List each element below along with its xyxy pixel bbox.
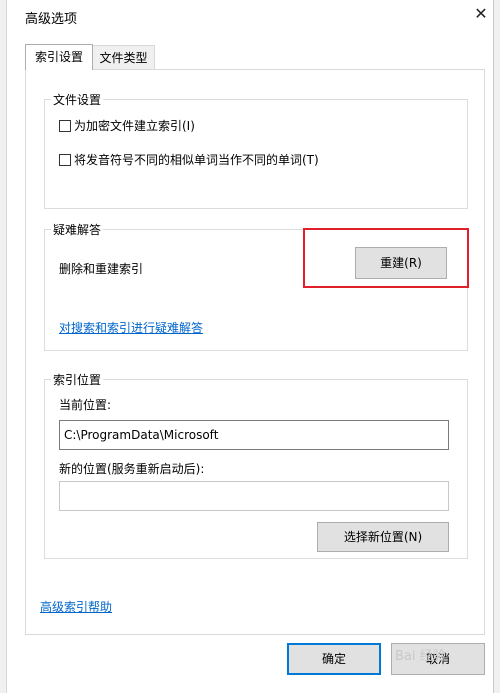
close-icon[interactable]: ✕ [471,4,491,24]
encrypt-files-option[interactable]: 为加密文件建立索引(I) [59,118,195,134]
index-location-legend: 索引位置 [51,371,104,388]
window-title: 高级选项 [25,12,78,27]
new-location-label: 新的位置(服务重新启动后): [59,462,205,476]
file-settings-group: 文件设置 为加密文件建立索引(I) 将发音符号不同的相似单词当作不同的单词(T) [44,91,468,209]
encrypt-files-label: 为加密文件建立索引(I) [74,119,195,133]
advanced-options-dialog: 高级选项 ✕ 索引设置 文件类型 文件设置 为加密文件建立索引(I) 将发音符号… [6,0,494,693]
current-location-field[interactable] [59,420,449,450]
advanced-index-help-link[interactable]: 高级索引帮助 [40,598,112,615]
diacritics-option[interactable]: 将发音符号不同的相似单词当作不同的单词(T) [59,152,319,168]
tab-index-settings[interactable]: 索引设置 [25,44,93,70]
troubleshoot-link[interactable]: 对搜索和索引进行疑难解答 [59,319,203,336]
current-location-label: 当前位置: [59,398,112,412]
rebuild-description: 删除和重建索引 [59,262,144,276]
troubleshoot-legend: 疑难解答 [51,221,104,238]
select-new-location-button[interactable]: 选择新位置(N) [317,522,449,552]
rebuild-highlight-box [303,228,469,288]
watermark: Bai 经验 [395,649,446,664]
file-settings-legend: 文件设置 [51,91,104,108]
diacritics-checkbox[interactable] [59,154,71,166]
tab-file-types[interactable]: 文件类型 [93,45,155,69]
tab-panel: 文件设置 为加密文件建立索引(I) 将发音符号不同的相似单词当作不同的单词(T)… [25,69,485,635]
ok-button[interactable]: 确定 [287,643,381,675]
new-location-field[interactable] [59,481,449,511]
index-location-group: 索引位置 当前位置: 新的位置(服务重新启动后): 选择新位置(N) [44,371,468,559]
encrypt-files-checkbox[interactable] [59,120,71,132]
diacritics-label: 将发音符号不同的相似单词当作不同的单词(T) [74,153,319,167]
